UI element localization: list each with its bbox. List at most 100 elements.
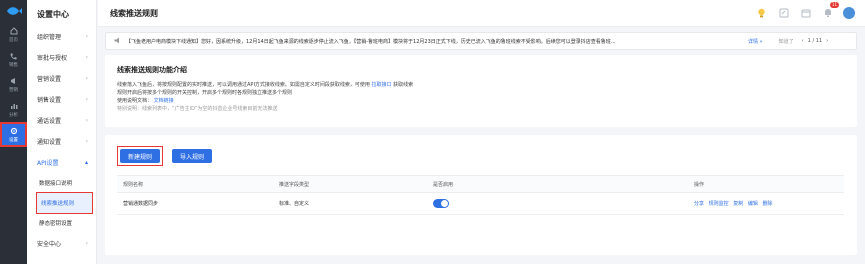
sidebar-item-org[interactable]: 组织管理 ›: [27, 26, 96, 47]
intro-line: 规则开启后将按多个规则的开关控制，开启多个规则时各规则独立推送多个规则: [117, 90, 293, 96]
rail-item-settings[interactable]: 设置: [0, 122, 27, 147]
rule-enabled-cell: [433, 199, 694, 208]
megaphone-icon: [10, 77, 15, 84]
gear-icon: [10, 127, 17, 134]
sidebar-item-api[interactable]: API设置 ▴: [27, 152, 96, 173]
rail-label: 首页: [9, 37, 18, 43]
notice-detail-link[interactable]: 详情 »: [748, 38, 763, 45]
column-header: 规则名称: [123, 181, 144, 188]
column-header: 推送字段类型: [279, 181, 310, 188]
sidebar-item-approval[interactable]: 审批与授权 ›: [27, 47, 96, 68]
intro-text: 使用说明文档：: [117, 98, 153, 104]
app-logo[interactable]: [0, 0, 27, 22]
sidebar-item-notify[interactable]: 通知设置 ›: [27, 131, 96, 152]
sidebar-item-marketing[interactable]: 营销设置 ›: [27, 68, 96, 89]
rail-item-home[interactable]: 首页: [0, 22, 27, 47]
fish-logo-icon: [6, 7, 22, 15]
notification-badge: 11: [829, 2, 839, 8]
sidebar-item-sales[interactable]: 销售设置 ›: [27, 89, 96, 110]
sidebar-item-label: 通话设置: [37, 118, 62, 125]
intro-card: 线索推送规则功能介绍 线索落入飞鱼后，将按规则配置的实时推送，可以调用通过API…: [105, 55, 857, 127]
header-toolbar: 11: [755, 2, 855, 19]
intro-text: 线索落入飞鱼后，将按规则配置的实时推送，可以调用通过API方式接收线索。如需自定…: [117, 82, 370, 88]
rail-label: 销售: [9, 62, 18, 68]
notice-mark-read[interactable]: 知道了: [779, 38, 794, 45]
sidebar-item-label: 营销设置: [37, 76, 62, 83]
action-bar: 新建规则 导入规则: [116, 146, 845, 166]
chevron-right-icon: ›: [85, 54, 88, 61]
notice-pager: ‹ 1 / 11 ›: [802, 38, 828, 44]
share-action[interactable]: 分享: [694, 201, 704, 207]
notice-text: 【飞鱼老用户电商模块下线通知】您好，因系统升级，12月14日起飞鱼来源的线索逐步…: [126, 38, 616, 45]
table-row: 营销通数据同步 标准、自定义 分享 规则监控 复制 编辑 删除: [117, 193, 844, 215]
chevron-up-icon: ▴: [84, 159, 88, 166]
home-icon: [10, 26, 17, 34]
rule-field-type: 标准、自定义: [279, 201, 310, 207]
chevron-right-icon: ›: [85, 117, 88, 124]
page-header: 线索推送规则 11: [98, 0, 865, 27]
chevron-right-icon: ›: [85, 75, 88, 82]
rail-label: 分析: [9, 112, 18, 118]
calendar-icon[interactable]: [799, 6, 812, 19]
chevron-right-icon: ›: [85, 96, 88, 103]
page-title: 线索推送规则: [110, 8, 158, 18]
sidebar-item-security[interactable]: 安全中心 ›: [27, 233, 96, 254]
table-header: 规则名称 推送字段类型 是否启用 操作: [117, 176, 844, 193]
chevron-right-icon[interactable]: ›: [826, 38, 828, 44]
settings-sidebar: 设置中心 组织管理 › 审批与授权 › 营销设置 › 销售设置 › 通话设置 › 通知设置…: [27, 0, 97, 264]
rule-name: 营销通数据同步: [123, 201, 159, 207]
column-header: 操作: [694, 181, 705, 188]
sidebar-subitem-label: 数据接口说明: [39, 181, 73, 187]
column-header: 是否启用: [433, 181, 454, 188]
lightbulb-icon[interactable]: [755, 6, 768, 19]
chevron-right-icon: ›: [85, 33, 88, 40]
rail-item-sales[interactable]: 销售: [0, 47, 27, 72]
sidebar-subitem-label: 线索推送规则: [41, 201, 75, 207]
doc-link[interactable]: 文档链接: [154, 98, 174, 104]
notice-bar: 【飞鱼老用户电商模块下线通知】您好，因系统升级，12月14日起飞鱼来源的线索逐步…: [105, 32, 857, 50]
rail-label: 设置: [9, 137, 18, 143]
avatar[interactable]: [843, 6, 855, 19]
import-rule-button[interactable]: 导入规则: [172, 149, 213, 163]
sidebar-item-label: 组织管理: [37, 34, 62, 41]
sidebar-item-call[interactable]: 通话设置 ›: [27, 110, 96, 131]
pull-api-link[interactable]: 拉取接口: [372, 82, 392, 88]
phone-icon: [10, 52, 17, 59]
sidebar-subitem-static-key[interactable]: 静态密钥设置: [27, 213, 96, 233]
rail-item-marketing[interactable]: 营销: [0, 72, 27, 97]
delete-action[interactable]: 删除: [762, 201, 772, 207]
intro-line: 线索落入飞鱼后，将按规则配置的实时推送，可以调用通过API方式接收线索。如需自定…: [117, 81, 845, 89]
copy-action[interactable]: 复制: [733, 201, 743, 207]
sidebar-item-label: 安全中心: [37, 241, 62, 248]
bell-icon[interactable]: 11: [821, 2, 839, 19]
sidebar-subitem-push-rules[interactable]: 线索推送规则: [36, 192, 93, 214]
rule-actions: 分享 规则监控 复制 编辑 删除: [694, 200, 844, 207]
chart-icon: [10, 103, 17, 109]
intro-text: 获取线索: [393, 82, 414, 88]
new-rule-highlight: 新建规则: [116, 146, 164, 166]
edit-action[interactable]: 编辑: [748, 201, 758, 207]
edit-icon[interactable]: [777, 6, 790, 19]
sidebar-item-label: 审批与授权: [37, 55, 68, 62]
sidebar-subitem-api-doc[interactable]: 数据接口说明: [27, 173, 96, 193]
sidebar-item-label: 通知设置: [37, 139, 62, 146]
intro-title: 线索推送规则功能介绍: [117, 66, 187, 74]
rail-item-analysis[interactable]: 分析: [0, 97, 27, 122]
chevron-right-icon: ›: [85, 138, 88, 145]
rules-table: 规则名称 推送字段类型 是否启用 操作 营销通数据同步 标准、自定义 分享 规则…: [117, 175, 844, 215]
speaker-icon: [114, 37, 122, 46]
sidebar-item-label: 销售设置: [37, 97, 62, 104]
chevron-right-icon: ›: [85, 240, 88, 247]
rules-card: 新建规则 导入规则 规则名称 推送字段类型 是否启用 操作 营销通数据同步 标准…: [105, 135, 857, 255]
intro-line: 使用说明文档： 文档链接: [117, 97, 845, 105]
sidebar-item-label: API设置: [37, 160, 59, 167]
sidebar-subitem-label: 静态密钥设置: [39, 221, 73, 227]
monitor-action[interactable]: 规则监控: [709, 201, 729, 207]
new-rule-button[interactable]: 新建规则: [120, 149, 161, 163]
rail-label: 营销: [9, 87, 18, 93]
chevron-left-icon[interactable]: ‹: [802, 38, 804, 44]
intro-note: 特别说明：线索列表中，“广告主ID”为空的抖音企业号线索目前无法推送: [117, 106, 278, 112]
enabled-toggle[interactable]: [433, 199, 449, 208]
icon-rail: 首页 销售 营销 分析 设置: [0, 0, 27, 264]
notice-page-indicator: 1 / 11: [807, 38, 823, 44]
